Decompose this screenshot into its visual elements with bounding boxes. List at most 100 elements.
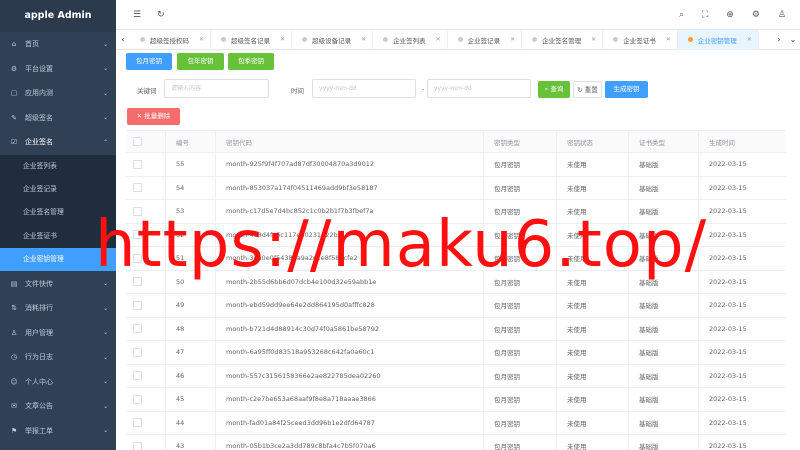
chevron-down-icon: ⌄ <box>102 89 108 97</box>
row-checkbox[interactable] <box>133 394 142 404</box>
batch-delete-label: 批量删除 <box>144 112 171 120</box>
table-cell: 基础版 <box>629 411 699 434</box>
column-header[interactable]: 证书类型 <box>629 131 699 152</box>
column-header[interactable]: 生成时间 <box>699 131 786 152</box>
refresh-icon[interactable]: ↻ <box>157 10 165 20</box>
user-icon[interactable]: ♙ <box>778 10 786 20</box>
table-row: 46 month-557c3156158366e2ae822785dea02260… <box>126 364 786 388</box>
reset-button-label: 重置 <box>584 86 598 94</box>
chevron-down-icon: ⌄ <box>102 378 108 386</box>
sidebar-item[interactable]: ▢ 应用内测 ⌄ <box>0 81 116 106</box>
close-icon[interactable]: ✕ <box>361 36 366 43</box>
fullscreen-icon[interactable]: ⛶ <box>702 10 708 20</box>
tab-dot <box>687 37 693 42</box>
column-header[interactable]: 密钥代码 <box>216 131 484 152</box>
table-cell: 包月密钥 <box>484 435 557 450</box>
table-row: 49 month-ebd59dd9ee64e2dd864195d0afffc828… <box>126 294 786 318</box>
close-icon[interactable]: ✕ <box>199 36 204 43</box>
row-checkbox[interactable] <box>133 159 142 169</box>
row-checkbox[interactable] <box>133 371 142 381</box>
keyword-input[interactable]: 请输入内容 <box>164 79 269 98</box>
table-cell: 未使用 <box>557 176 629 199</box>
row-checkbox-cell <box>126 341 166 364</box>
column-header[interactable]: 编号 <box>166 131 216 152</box>
sidebar-subitem[interactable]: 企业签列表 <box>0 155 116 178</box>
tab-item[interactable]: 企业密钥管理 ✕ <box>677 29 759 50</box>
chevron-down-icon: ⌄ <box>102 114 108 122</box>
start-date-input[interactable]: yyyy-mm-dd <box>312 79 416 98</box>
row-checkbox[interactable] <box>133 300 142 310</box>
tab-item[interactable]: 企业签记录 ✕ <box>448 29 523 50</box>
tab-item[interactable]: 企业签名管理 ✕ <box>522 29 604 50</box>
close-icon[interactable]: ✕ <box>591 36 596 43</box>
select-all-checkbox[interactable] <box>133 137 142 146</box>
chevron-down-icon: ⌄ <box>102 65 108 73</box>
sidebar-item[interactable]: ⚙ 平台设置 ⌄ <box>0 57 116 82</box>
sidebar-item[interactable]: ✉ 文章公告 ⌄ <box>0 394 116 419</box>
close-icon[interactable]: ✕ <box>436 36 441 43</box>
row-checkbox-cell <box>126 176 166 199</box>
generate-key-button[interactable]: 生成密钥 <box>605 81 648 98</box>
sidebar-item[interactable]: ⌂ 首页 ⌄ <box>0 32 116 57</box>
menu-toggle-icon[interactable]: ☰ <box>133 10 141 20</box>
row-checkbox[interactable] <box>133 418 142 428</box>
tabs-bar: ‹ 超级签授权码 ✕ 超级签名记录 ✕ 超级设备记录 ✕ 企业签列表 ✕ 企业签记录 ✕ 企业签名管… <box>116 29 800 50</box>
row-checkbox-cell <box>126 153 166 176</box>
row-checkbox-cell <box>126 317 166 340</box>
monthly-key-button[interactable]: 包月密钥 <box>126 53 172 70</box>
search-button-icon: ⌕ <box>544 85 549 93</box>
close-icon[interactable]: ✕ <box>510 36 515 43</box>
table-cell: 未使用 <box>557 364 629 387</box>
table-row: 48 month-b721d4d88914c30d74f0a5861be58792… <box>126 317 786 341</box>
yearly-key-button[interactable]: 包年密钥 <box>177 53 224 70</box>
tab-item[interactable]: 企业签证书 ✕ <box>603 29 678 50</box>
sidebar-item[interactable]: ✎ 超级签名 ⌄ <box>0 106 116 131</box>
table-cell: 未使用 <box>557 411 629 434</box>
column-header[interactable]: 密钥状态 <box>557 131 629 152</box>
sidebar-subitem[interactable]: 企业签记录 <box>0 178 116 201</box>
close-icon[interactable]: ✕ <box>280 36 285 43</box>
sidebar-item[interactable]: ⚑ 举报工单 ⌄ <box>0 418 116 443</box>
row-checkbox[interactable] <box>133 347 142 357</box>
end-date-input[interactable]: yyyy-mm-dd <box>427 79 531 98</box>
table-cell: month-ebd59dd9ee64e2dd864195d0afffc828 <box>216 294 484 317</box>
tab-item[interactable]: 超级签授权码 ✕ <box>130 29 212 50</box>
sidebar-item-label: 超级签名 <box>25 113 53 122</box>
search-icon[interactable]: ⌕ <box>679 10 684 20</box>
column-header[interactable]: 密钥类型 <box>484 131 557 152</box>
sidebar-item[interactable]: ⇅ 消耗排行 ⌄ <box>0 296 116 321</box>
tab-item[interactable]: 超级设备记录 ✕ <box>292 29 374 50</box>
sidebar-item-label: 个人中心 <box>25 377 53 386</box>
sidebar-item[interactable]: ☺ 个人中心 ⌄ <box>0 369 116 394</box>
row-checkbox[interactable] <box>133 441 142 450</box>
table-cell: 47 <box>166 341 216 364</box>
close-icon[interactable]: ✕ <box>666 36 671 43</box>
tab-label: 企业密钥管理 <box>697 36 737 45</box>
table-cell: 2022-03-15 <box>709 301 747 310</box>
settings-icon[interactable]: ⚙ <box>752 10 760 20</box>
watermark-text: https://maku6.top/ <box>95 208 708 282</box>
table-header-row: 编号 密钥代码 密钥类型 密钥状态 证书类型 生成时间 <box>126 131 786 153</box>
tabs-dropdown-icon[interactable]: ⌄ <box>786 35 800 44</box>
table-cell: 未使用 <box>557 317 629 340</box>
row-checkbox[interactable] <box>133 324 142 334</box>
table-cell: month-557c3156158366e2ae822785dea02260 <box>216 364 484 387</box>
language-icon[interactable]: ⊕ <box>726 10 734 20</box>
sidebar-item[interactable]: ☑ 企业签名 ⌃ <box>0 130 116 155</box>
close-icon[interactable]: ✕ <box>747 36 752 43</box>
tabs-prev-icon[interactable]: ‹ <box>116 35 130 44</box>
quarterly-key-button[interactable]: 包季密钥 <box>228 53 274 70</box>
batch-delete-button[interactable]: ✕ 批量删除 <box>127 108 180 125</box>
tabs-next-icon[interactable]: › <box>772 35 786 44</box>
tab-item[interactable]: 超级签名记录 ✕ <box>211 29 293 50</box>
sidebar-item[interactable]: ◷ 行为日志 ⌄ <box>0 345 116 370</box>
key-table: 编号 密钥代码 密钥类型 密钥状态 证书类型 生成时间 55 month-925f9f4f70… <box>126 130 786 450</box>
sidebar-item-icon: ✎ <box>11 113 17 122</box>
search-button[interactable]: ⌕ 查询 <box>538 81 570 98</box>
tab-item[interactable]: 企业签列表 ✕ <box>373 29 448 50</box>
table-cell: 未使用 <box>557 294 629 317</box>
reset-button[interactable]: ↻ 重置 <box>573 81 602 98</box>
sidebar-item[interactable]: ♙ 用户管理 ⌄ <box>0 320 116 345</box>
keyword-label: 关键词 <box>137 87 157 95</box>
row-checkbox[interactable] <box>133 183 142 193</box>
